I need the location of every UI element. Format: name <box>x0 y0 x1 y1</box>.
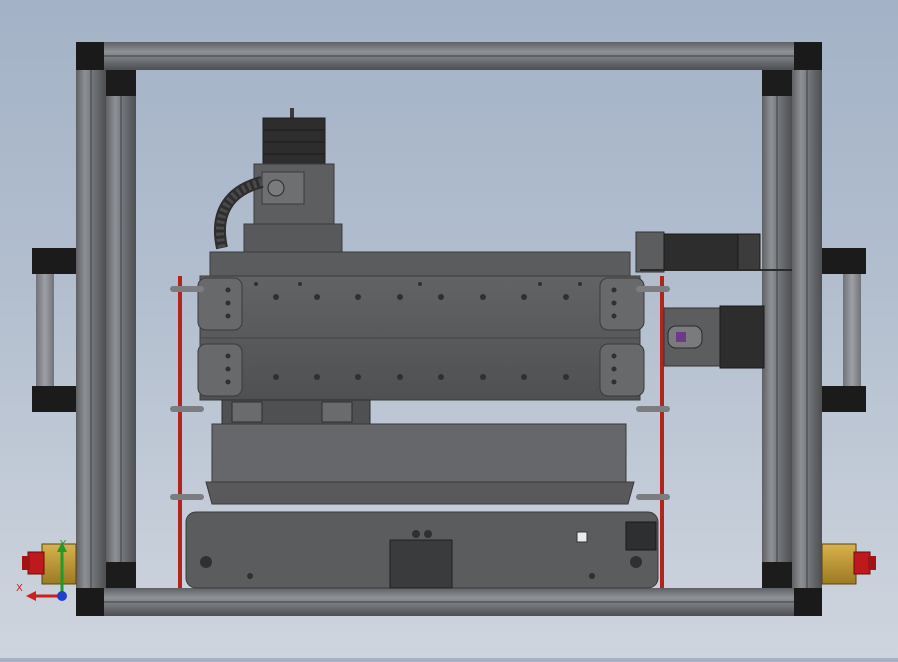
triad-z-axis <box>57 591 67 601</box>
work-table <box>205 423 635 505</box>
left-estop[interactable] <box>22 543 77 585</box>
bottom-extrusion <box>76 588 822 616</box>
y-axis-motor <box>663 305 765 369</box>
machine-assembly[interactable] <box>0 0 898 658</box>
cad-viewport[interactable]: X Y <box>0 0 898 658</box>
right-estop[interactable] <box>821 543 876 585</box>
right-extrusion <box>762 42 822 616</box>
bearing-blocks <box>221 399 371 425</box>
left-extrusion <box>76 42 136 616</box>
right-handle <box>822 248 866 412</box>
top-extrusion <box>76 42 822 70</box>
machine-base <box>185 511 659 589</box>
triad-y-label: Y <box>60 539 67 550</box>
left-handle <box>32 248 76 412</box>
triad-x-label: X <box>16 583 23 594</box>
